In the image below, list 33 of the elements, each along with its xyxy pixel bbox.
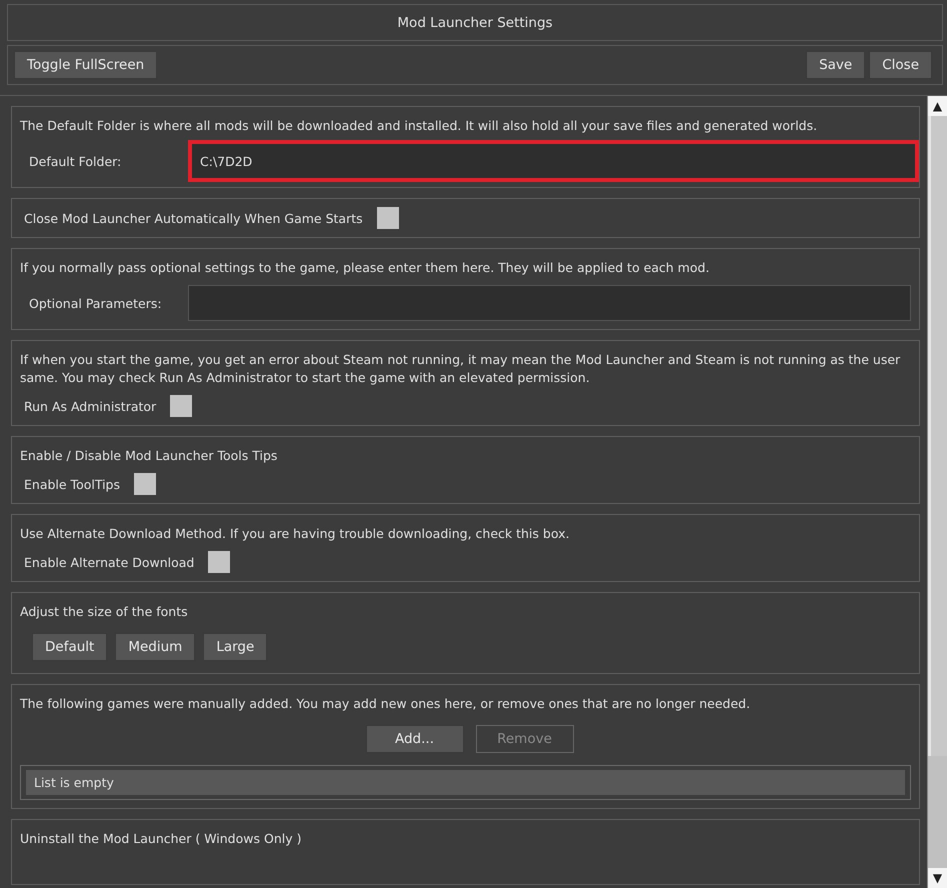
- input-field[interactable]: [188, 285, 911, 321]
- checkbox-label: Close Mod Launcher Automatically When Game Starts: [23, 210, 363, 226]
- button[interactable]: Save: [806, 51, 866, 79]
- button[interactable]: Default: [32, 633, 108, 661]
- window-title: Mod Launcher Settings: [397, 14, 553, 30]
- description: If when you start the game, you get an error about Steam not running, it may mean the Mod Launcher and Steam is not running as the user same. You may check Run As Administrator to start the game with an elevated permission.: [20, 351, 902, 387]
- description: Enable / Disable Mod Launcher Tools Tips: [20, 447, 278, 465]
- button[interactable]: Toggle FullScreen: [14, 51, 158, 79]
- field-label: Optional Parameters:: [28, 296, 163, 310]
- checkbox-label: Enable Alternate Download: [23, 554, 194, 570]
- description: Use Alternate Download Method. If you are having trouble downloading, check this box.: [20, 525, 570, 543]
- description: The Default Folder is where all mods will be downloaded and installed. It will also hold all your save files and generated worlds.: [20, 117, 818, 135]
- scrollbar[interactable]: ▲ ▼: [927, 96, 947, 888]
- button[interactable]: Add...: [366, 725, 464, 753]
- description: The following games were manually added. You may add new ones here, or remove ones that are no longer needed.: [20, 695, 752, 713]
- scroll-thumb[interactable]: [931, 116, 947, 756]
- button[interactable]: Close: [869, 51, 932, 79]
- scroll-up-button[interactable]: ▲: [928, 96, 947, 116]
- description: If you normally pass optional settings to the game, please enter them here. They will be applied to each mod.: [20, 259, 710, 277]
- button[interactable]: Medium: [115, 633, 196, 661]
- checkbox-label: Run As Administrator: [23, 398, 156, 414]
- checkbox[interactable]: [376, 207, 399, 229]
- input-field[interactable]: C:\7D2D: [188, 140, 919, 182]
- checkbox[interactable]: [170, 395, 192, 417]
- checkbox-label: Enable ToolTips: [23, 476, 120, 492]
- checkbox[interactable]: [208, 551, 230, 573]
- checkbox[interactable]: [134, 473, 156, 495]
- empty-list-message: List is empty: [26, 770, 905, 795]
- scroll-down-button[interactable]: ▼: [928, 868, 947, 888]
- description: Uninstall the Mod Launcher ( Windows Only ): [20, 830, 302, 848]
- button[interactable]: Large: [203, 633, 268, 661]
- field-label: Default Folder:: [28, 154, 122, 168]
- description: Adjust the size of the fonts: [20, 603, 189, 621]
